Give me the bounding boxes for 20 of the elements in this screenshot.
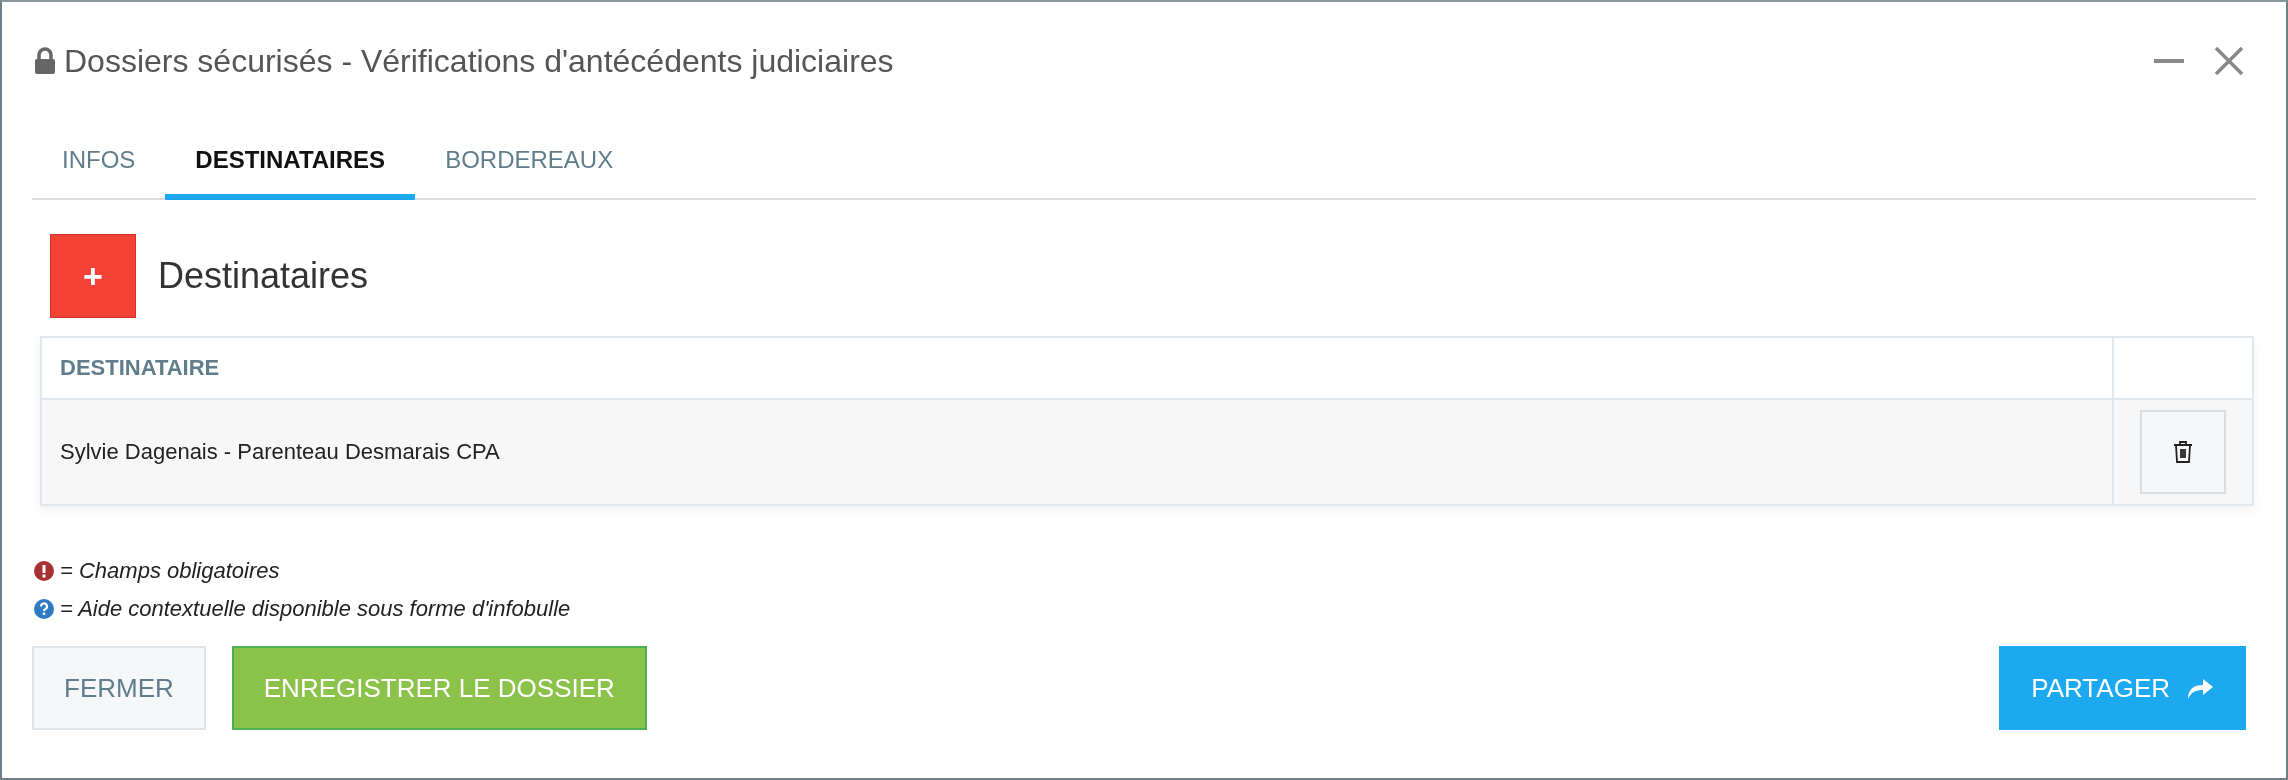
- column-header: DESTINATAIRE: [41, 337, 2113, 399]
- tab[interactable]: INFOS: [32, 120, 166, 200]
- tab[interactable]: BORDEREAUX: [415, 120, 644, 200]
- share-arrow-icon: [2186, 676, 2214, 700]
- close-icon[interactable]: [2214, 46, 2244, 76]
- lock-icon: [34, 47, 56, 75]
- save-button[interactable]: ENREGISTRER LE DOSSIER: [231, 646, 647, 730]
- legend-text: = Champs obligatoires: [60, 558, 280, 584]
- close-button[interactable]: FERMER: [32, 646, 206, 730]
- exclamation-icon: [34, 561, 54, 581]
- trash-icon: [2173, 440, 2193, 464]
- section-title: Destinataires: [158, 255, 369, 297]
- share-button[interactable]: PARTAGER: [1999, 646, 2246, 730]
- delete-button[interactable]: [2140, 410, 2226, 494]
- tab[interactable]: DESTINATAIRES: [165, 120, 416, 200]
- legend-text: = Aide contextuelle disponible sous forme d'infobulle: [60, 596, 571, 622]
- add-button[interactable]: +: [50, 234, 136, 318]
- window-title: Dossiers sécurisés - Vérifications d'antécédents judiciaires: [64, 42, 894, 80]
- table-cell: Sylvie Dagenais - Parenteau Desmarais CPA: [41, 399, 2113, 505]
- help-icon: [34, 599, 54, 619]
